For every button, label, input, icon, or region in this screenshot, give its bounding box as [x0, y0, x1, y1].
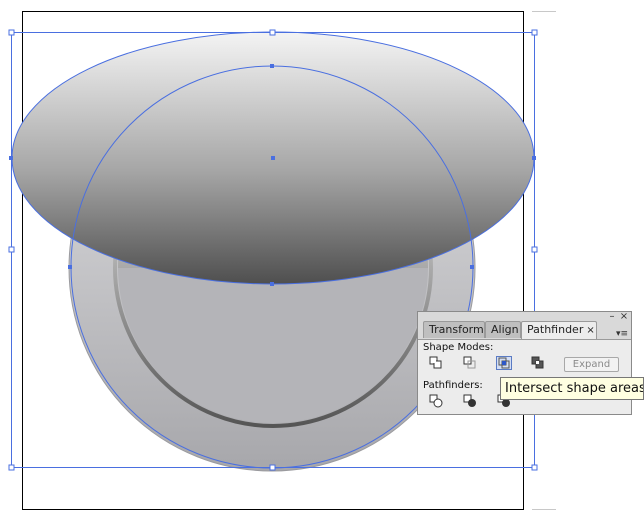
handle-bottom-left[interactable] — [8, 464, 15, 471]
trim-button[interactable] — [462, 394, 478, 408]
tab-close-icon[interactable]: × — [586, 325, 594, 336]
divide-icon — [429, 394, 443, 408]
anchor-point[interactable] — [271, 156, 275, 160]
handle-bottom-right[interactable] — [531, 464, 538, 471]
expand-button[interactable]: Expand — [564, 357, 619, 372]
tab-label: Transform — [429, 323, 484, 336]
trim-icon — [463, 394, 476, 407]
intersect-icon — [498, 357, 510, 369]
tab-pathfinder[interactable]: Pathfinder × — [521, 321, 597, 340]
exclude-button[interactable] — [530, 356, 546, 370]
anchor-point[interactable] — [470, 265, 474, 269]
tab-align[interactable]: Align — [485, 321, 521, 338]
handle-top-right[interactable] — [531, 29, 538, 36]
handle-mid-right[interactable] — [531, 246, 538, 253]
handle-top-center[interactable] — [269, 29, 276, 36]
exclude-icon — [531, 356, 544, 369]
anchor-point[interactable] — [270, 282, 274, 286]
anchor-point[interactable] — [9, 156, 13, 160]
anchor-point[interactable] — [68, 265, 72, 269]
shape-modes-label: Shape Modes: — [423, 342, 494, 353]
handle-top-left[interactable] — [8, 29, 15, 36]
anchor-point[interactable] — [270, 64, 274, 68]
handle-bottom-center[interactable] — [269, 464, 276, 471]
minus-front-button[interactable] — [462, 356, 478, 370]
panel-menu-icon[interactable]: ▾≡ — [616, 329, 628, 339]
handle-mid-left[interactable] — [8, 246, 15, 253]
tab-transform[interactable]: Transform — [423, 321, 485, 338]
minus-front-icon — [463, 356, 476, 369]
unite-button[interactable] — [428, 356, 444, 370]
tab-label: Pathfinder — [527, 323, 584, 336]
panel-tab-bar: Transform Align Pathfinder × — [423, 321, 626, 340]
artboard-canvas[interactable] — [0, 0, 644, 519]
pathfinders-label: Pathfinders: — [423, 380, 483, 391]
intersect-button[interactable] — [496, 356, 512, 370]
unite-icon — [429, 356, 442, 369]
anchor-point[interactable] — [532, 156, 536, 160]
intersect-tooltip: Intersect shape areas — [500, 377, 644, 400]
tab-label: Align — [491, 323, 519, 336]
divide-button[interactable] — [428, 394, 444, 408]
